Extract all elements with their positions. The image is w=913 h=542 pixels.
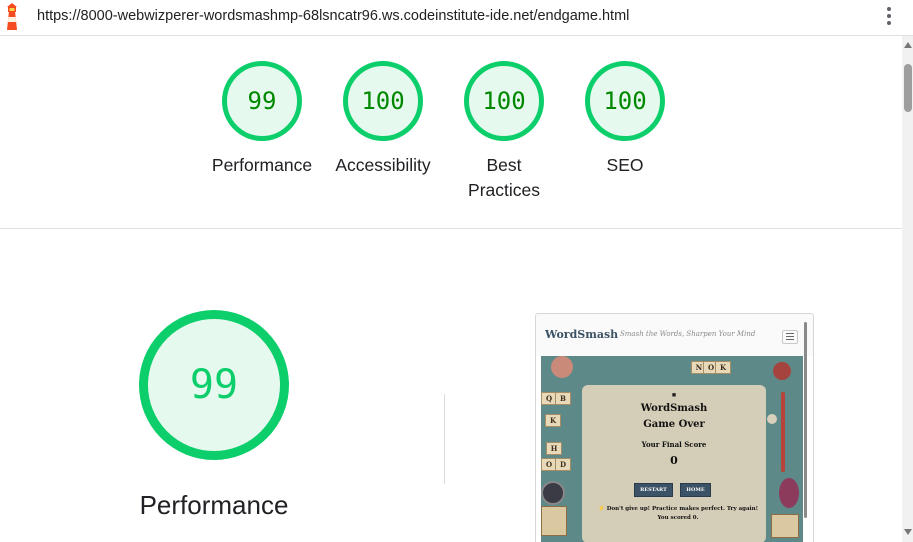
address-bar: https://8000-webwizperer-wordsmashmp-68l… — [0, 0, 913, 36]
best-practices-score: 100 — [482, 87, 526, 115]
decor-book — [541, 506, 567, 536]
decor-flower — [773, 362, 791, 380]
performance-gauge[interactable]: 99 — [222, 61, 302, 141]
section-divider — [0, 228, 902, 229]
preview-scrollbar — [804, 322, 807, 518]
restart-button: RESTART — [634, 483, 673, 497]
best-practices-label: Best Practices — [468, 155, 540, 200]
decor-pencil — [781, 392, 785, 472]
card-mark: ■ — [671, 392, 677, 399]
preview-navbar: WordSmash Smash the Words, Sharpen Your … — [536, 314, 813, 356]
final-score-value: 0 — [670, 454, 678, 467]
seo-gauge[interactable]: 100 — [585, 61, 665, 141]
preview-tagline: Smash the Words, Sharpen Your Mind — [620, 330, 756, 338]
accessibility-label: Accessibility — [335, 155, 431, 175]
decor-wheel — [541, 481, 565, 505]
preview-brand: WordSmash — [545, 328, 619, 341]
seo-label: SEO — [606, 155, 644, 175]
category-score: 99 — [189, 362, 239, 408]
preview-background: N O K Q B K H O D ■ WordSmash Game Over … — [541, 356, 803, 542]
final-score-label: Your Final Score — [641, 440, 707, 449]
vertical-divider — [444, 394, 445, 484]
lighthouse-icon — [7, 3, 17, 30]
page-scrollbar[interactable] — [902, 36, 913, 542]
performance-score: 99 — [247, 87, 277, 115]
home-button: HOME — [680, 483, 711, 497]
letter-tile: K — [545, 414, 561, 427]
accessibility-score: 100 — [361, 87, 405, 115]
hamburger-icon — [782, 330, 798, 344]
decor-leaf — [779, 478, 799, 508]
letter-tile: H — [546, 442, 562, 455]
encouragement-message: ⚡ Don't give up! Practice makes perfect.… — [597, 506, 759, 521]
performance-label: Performance — [211, 155, 313, 175]
url-text[interactable]: https://8000-webwizperer-wordsmashmp-68l… — [37, 8, 629, 24]
decor-dot — [767, 414, 777, 424]
category-title: Performance — [139, 490, 289, 520]
more-vert-icon[interactable] — [880, 4, 898, 28]
letter-tile: K — [715, 361, 731, 374]
category-performance-gauge: 99 — [139, 310, 289, 460]
letter-tile: D — [555, 458, 571, 471]
accessibility-gauge[interactable]: 100 — [343, 61, 423, 141]
best-practices-gauge[interactable]: 100 — [464, 61, 544, 141]
game-over-card: ■ WordSmash Game Over Your Final Score 0… — [582, 385, 766, 542]
final-screenshot[interactable]: WordSmash Smash the Words, Sharpen Your … — [535, 313, 814, 542]
decor-book — [771, 514, 799, 538]
letter-tile: B — [555, 392, 571, 405]
scroll-down-icon[interactable] — [904, 529, 912, 535]
card-subtitle: Game Over — [643, 419, 705, 430]
decor-flower — [551, 356, 573, 378]
scrollbar-thumb[interactable] — [904, 64, 912, 112]
scroll-up-icon[interactable] — [904, 42, 912, 48]
seo-score: 100 — [603, 87, 647, 115]
card-title: WordSmash — [640, 403, 708, 414]
